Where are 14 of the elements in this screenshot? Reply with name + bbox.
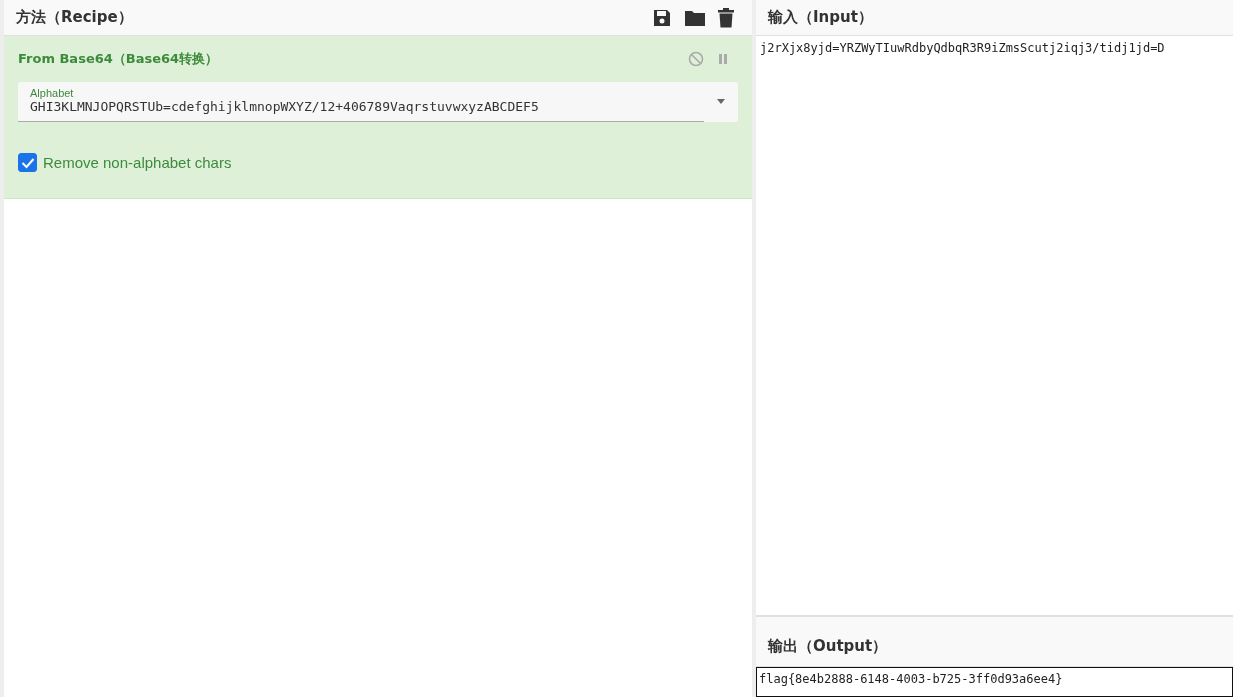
checkbox-label: Remove non-alphabet chars [43, 154, 232, 171]
field-value: GHI3KLMNJOPQRSTUb=cdefghijklmnopWXYZ/12+406789VaqrstuvwxyzABCDEF5 [30, 99, 540, 114]
panel-title: 方法（Recipe） [16, 8, 133, 27]
checkbox[interactable] [18, 153, 37, 172]
panel-title: 输入（Input） [768, 8, 873, 27]
operation-title: From Base64（Base64转换） [18, 50, 219, 68]
output-textarea[interactable]: flag{8e4b2888-6148-4003-b725-3ff0d93a6ee4} [756, 667, 1233, 697]
alphabet-field[interactable]: Alphabet GHI3KLMNJOPQRSTUb=cdefghijklmnopWXYZ/12+406789VaqrstuvwxyzABCDEF5 [18, 82, 738, 122]
folder-icon[interactable] [684, 8, 706, 27]
trash-icon[interactable] [718, 7, 734, 28]
save-icon[interactable] [652, 7, 672, 28]
caret-icon[interactable] [716, 99, 726, 105]
field-label: Alphabet [30, 87, 75, 99]
panel-title: 输出（Output） [768, 637, 888, 656]
